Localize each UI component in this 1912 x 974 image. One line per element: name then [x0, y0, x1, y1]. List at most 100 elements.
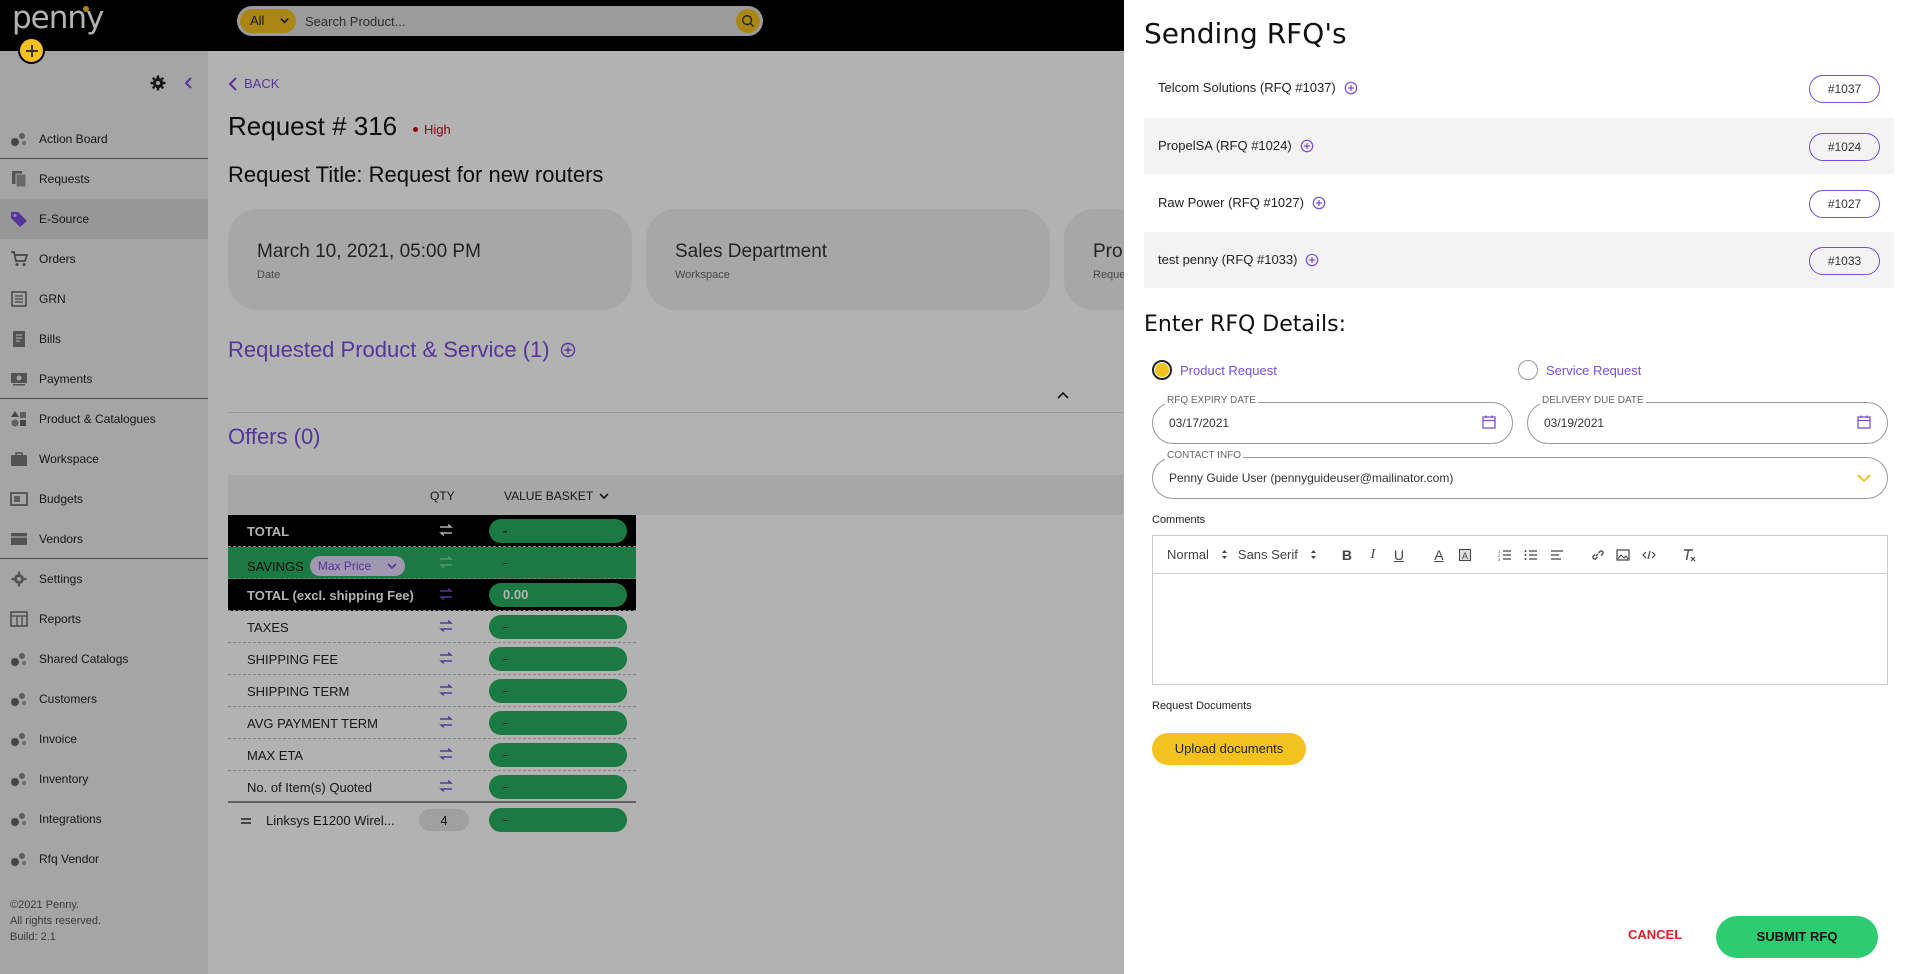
sidebar-item-vendors[interactable]: Vendors [0, 519, 208, 559]
calendar-icon[interactable] [1857, 415, 1871, 429]
field-value: Penny Guide User (pennyguideuser@mailina… [1169, 471, 1454, 485]
sidebar-item-invoice[interactable]: Invoice [0, 719, 208, 759]
priority-dot [413, 127, 418, 132]
row-value: - [489, 711, 627, 735]
search-scope-select[interactable]: All [240, 9, 296, 33]
sidebar-item-workspace[interactable]: Workspace [0, 439, 208, 479]
cancel-button[interactable]: CANCEL [1628, 927, 1682, 942]
swap-icon[interactable] [439, 716, 453, 728]
sidebar-item-shared-catalogs[interactable]: Shared Catalogs [0, 639, 208, 679]
clear-format-icon[interactable] [1677, 548, 1701, 562]
add-product-icon[interactable] [560, 342, 576, 358]
italic-icon[interactable]: I [1361, 547, 1385, 563]
bold-icon[interactable]: B [1335, 547, 1359, 563]
rfq-tag[interactable]: #1033 [1809, 247, 1880, 275]
priority-badge: High [413, 122, 451, 137]
sidebar-item-inventory[interactable]: Inventory [0, 759, 208, 799]
vendor-name-group: Raw Power (RFQ #1027) [1158, 195, 1326, 210]
sidebar-item-settings[interactable]: Settings [0, 559, 208, 599]
sidebar-item-label: Workspace [39, 452, 99, 466]
top-bar: penny All [0, 0, 1124, 51]
max-price-dropdown[interactable]: Max Price [309, 556, 406, 576]
sidebar-item-rfq-vendor[interactable]: Rfq Vendor [0, 839, 208, 879]
code-icon[interactable] [1637, 549, 1661, 561]
upload-documents-button[interactable]: Upload documents [1152, 733, 1306, 765]
rfq-tag[interactable]: #1024 [1809, 133, 1880, 161]
chevron-down-icon [387, 562, 397, 570]
radio-button-checked[interactable] [1152, 360, 1172, 380]
svg-text:A: A [1462, 551, 1468, 561]
rfq-tag[interactable]: #1037 [1809, 75, 1880, 103]
swap-icon[interactable] [439, 524, 453, 536]
swap-icon[interactable] [439, 684, 453, 696]
radio-button[interactable] [1518, 360, 1538, 380]
highlight-icon[interactable]: A [1453, 548, 1477, 561]
sidebar-item-bills[interactable]: Bills [0, 319, 208, 359]
chevron-down-icon[interactable] [1857, 473, 1871, 483]
drawer-title: Sending RFQ's [1144, 17, 1347, 50]
chevron-up-icon[interactable] [1057, 391, 1069, 399]
swap-icon[interactable] [439, 652, 453, 664]
service-request-radio[interactable]: Service Request [1518, 360, 1641, 380]
workspace-value: Sales Department [675, 241, 828, 262]
sidebar-item-label: Payments [39, 371, 93, 386]
search-icon [741, 14, 755, 28]
link-icon[interactable] [1585, 548, 1609, 562]
swap-icon[interactable] [439, 620, 453, 632]
drag-handle-icon[interactable] [240, 817, 252, 825]
format-select[interactable]: Normal [1167, 547, 1228, 562]
vendor-name: Raw Power (RFQ #1027) [1158, 195, 1304, 210]
product-request-radio[interactable]: Product Request [1152, 360, 1277, 380]
dots-icon [8, 850, 30, 868]
bullet-list-icon[interactable] [1519, 549, 1543, 561]
sidebar-item-orders[interactable]: Orders [0, 239, 208, 279]
sidebar-item-e-source[interactable]: E-Source [0, 199, 208, 239]
rfq-tag[interactable]: #1027 [1809, 190, 1880, 218]
add-circle-icon[interactable] [1300, 139, 1314, 153]
search-bar: All [237, 6, 763, 36]
sidebar-item-payments[interactable]: Payments [0, 359, 208, 399]
submit-rfq-button[interactable]: SUBMIT RFQ [1716, 916, 1878, 958]
sidebar-item-budgets[interactable]: Budgets [0, 479, 208, 519]
sidebar-item-integrations[interactable]: Integrations [0, 799, 208, 839]
delivery-due-date-field[interactable]: DELIVERY DUE DATE 03/19/2021 [1527, 395, 1888, 444]
swap-icon[interactable] [439, 556, 453, 568]
value-basket-dropdown[interactable]: VALUE BASKET [504, 489, 609, 503]
rfq-expiry-date-field[interactable]: RFQ EXPIRY DATE 03/17/2021 [1152, 395, 1513, 444]
sidebar-item-reports[interactable]: Reports [0, 599, 208, 639]
field-value: 03/19/2021 [1544, 416, 1605, 430]
font-select[interactable]: Sans Serif [1238, 547, 1317, 562]
sidebar-item-grn[interactable]: GRN [0, 279, 208, 319]
gear-icon[interactable] [150, 75, 166, 91]
image-icon[interactable] [1611, 548, 1635, 561]
sidebar-item-requests[interactable]: Requests [0, 159, 208, 199]
row-label: SAVINGS [247, 558, 304, 574]
swap-icon[interactable] [439, 588, 453, 600]
swap-icon[interactable] [439, 748, 453, 760]
collapse-sidebar-icon[interactable] [184, 77, 194, 89]
calendar-icon[interactable] [1482, 415, 1496, 429]
sidebar-item-product-catalogues[interactable]: Product & Catalogues [0, 399, 208, 439]
add-button[interactable] [18, 37, 45, 64]
vendor-row: PropelSA (RFQ #1024) #1024 [1144, 118, 1894, 174]
add-circle-icon[interactable] [1312, 196, 1326, 210]
row-value: 0.00 [489, 583, 627, 607]
search-input[interactable] [305, 9, 695, 33]
comments-textarea[interactable] [1153, 574, 1887, 684]
align-icon[interactable] [1545, 549, 1569, 561]
back-link[interactable]: BACK [228, 76, 279, 91]
sidebar-item-customers[interactable]: Customers [0, 679, 208, 719]
search-button[interactable] [736, 9, 760, 33]
app-logo[interactable]: penny [12, 0, 104, 36]
item-qty: 4 [419, 809, 469, 831]
contact-info-select[interactable]: CONTACT INFO Penny Guide User (pennyguid… [1152, 450, 1888, 499]
row-value: - [489, 808, 627, 832]
add-circle-icon[interactable] [1305, 253, 1319, 267]
ordered-list-icon[interactable]: 123 [1493, 549, 1517, 561]
text-color-icon[interactable]: A [1427, 547, 1451, 563]
sidebar-item-action-board[interactable]: Action Board [0, 119, 208, 159]
swap-icon[interactable] [439, 780, 453, 792]
request-documents-label: Request Documents [1152, 700, 1252, 712]
underline-icon[interactable]: U [1387, 547, 1411, 563]
add-circle-icon[interactable] [1344, 81, 1358, 95]
